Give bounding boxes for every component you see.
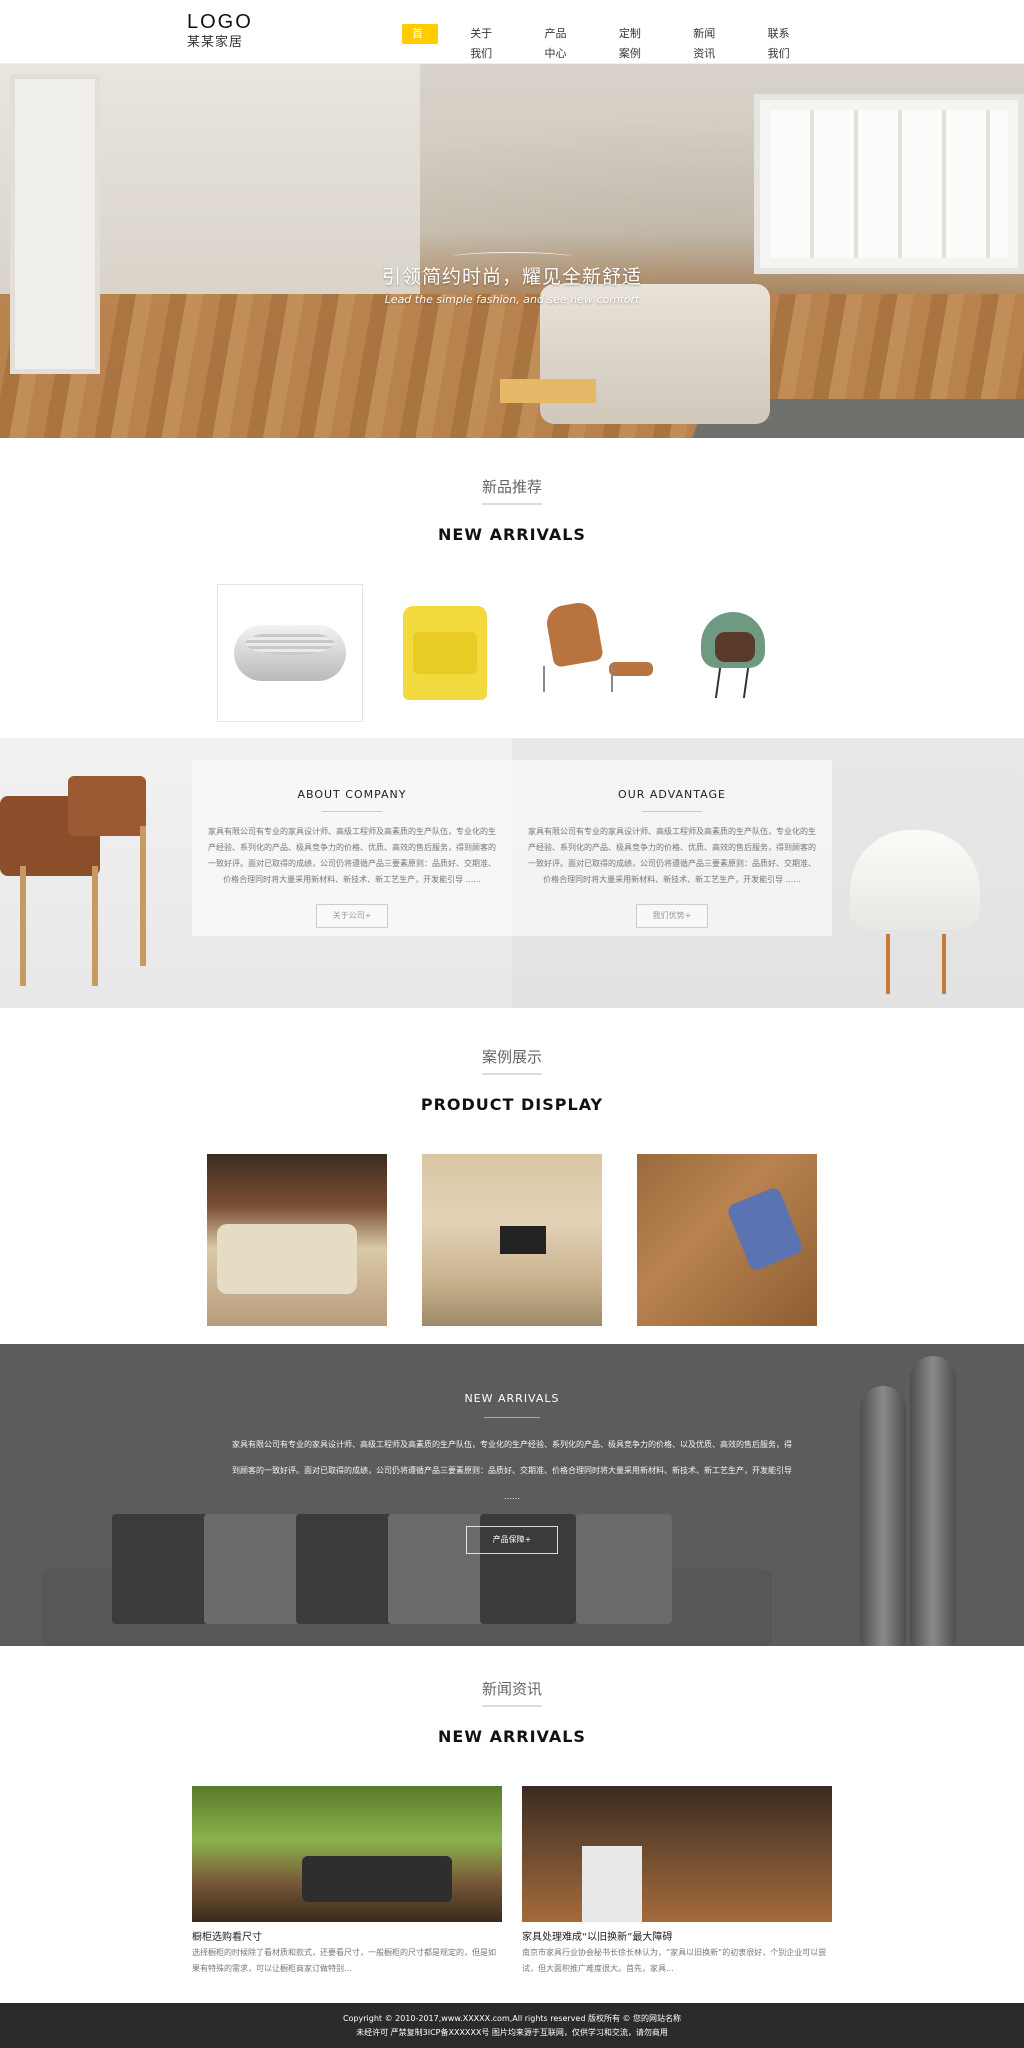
- section-title: 案例展示 PRODUCT DISPLAY: [0, 1046, 1024, 1114]
- nav-about[interactable]: 关于我们: [460, 24, 512, 60]
- section-title: 新闻资讯 NEW ARRIVALS: [0, 1678, 1024, 1746]
- news-title[interactable]: 家具处理难成“以旧换新”最大障碍: [522, 1928, 832, 1943]
- news-excerpt: 南京市家具行业协会秘书长徐长林认为，“家具以旧换新”的初衷很好，个别企业可以尝试…: [522, 1948, 827, 1973]
- hero-slogan: 引领简约时尚，耀见全新舒适 Lead the simple fashion, a…: [0, 252, 1024, 306]
- lounge-chair-image: [544, 600, 604, 668]
- footer: Copyright © 2010-2017,www.XXXXX.com,All …: [0, 2003, 1024, 2048]
- slogan-cn: 引领简约时尚，耀见全新舒适: [381, 266, 642, 288]
- advantage-title: OUR ADVANTAGE: [618, 788, 726, 801]
- yellow-chair-image: [403, 606, 487, 700]
- hero-table: [500, 379, 596, 403]
- ornament-top: [452, 252, 572, 262]
- divider: [322, 811, 382, 812]
- white-chair-image: [850, 830, 986, 1000]
- main-nav: 首页 关于我们 产品中心 定制案例 新闻资讯 联系我们: [402, 24, 832, 60]
- nav-news[interactable]: 新闻资讯: [683, 24, 735, 60]
- news-image[interactable]: [192, 1786, 502, 1922]
- our-advantage: OUR ADVANTAGE 家具有限公司有专业的家具设计师、高级工程师及高素质的…: [512, 760, 832, 936]
- band-content: NEW ARRIVALS 家具有限公司有专业的家具设计师、高级工程师及高素质的生…: [0, 1392, 1024, 1554]
- chair-leg: [20, 866, 26, 986]
- news-item[interactable]: 橱柜选购看尺寸 选择橱柜的时候除了看材质和款式，还要看尺寸，一般橱柜的尺寸都是规…: [192, 1786, 502, 1977]
- section-title-en: NEW ARRIVALS: [438, 525, 586, 544]
- about-company: ABOUT COMPANY 家具有限公司有专业的家具设计师、高级工程师及高素质的…: [192, 760, 512, 936]
- copyright: Copyright © 2010-2017,www.XXXXX.com,All …: [342, 2014, 682, 2023]
- product-bowl[interactable]: [217, 584, 363, 722]
- brand-name: 某某家居: [187, 35, 244, 50]
- product-yellow-chair[interactable]: [365, 584, 511, 722]
- section-title-cn: 案例展示: [481, 1046, 542, 1075]
- nav-cases[interactable]: 定制案例: [609, 24, 661, 60]
- ottoman-image: [609, 662, 653, 676]
- product-display-section: 案例展示 PRODUCT DISPLAY: [0, 1008, 1024, 1344]
- news-image[interactable]: [522, 1786, 832, 1922]
- band-title: NEW ARRIVALS: [464, 1392, 560, 1405]
- nav-home[interactable]: 首页: [402, 24, 439, 60]
- case-image-tv-wall[interactable]: [422, 1154, 602, 1326]
- about-company-text: 家具有限公司有专业的家具设计师、高级工程师及高素质的生产队伍，专业化的生产经验、…: [208, 827, 496, 884]
- chair-legs: [714, 668, 750, 698]
- band-button[interactable]: 产品保障+: [465, 1526, 559, 1554]
- band-text: 家具有限公司有专业的家具设计师、高级工程师及高素质的生产队伍，专业化的生产经验、…: [232, 1440, 792, 1501]
- about-company-button[interactable]: 关于公司+: [315, 904, 389, 928]
- chair-legs: [543, 666, 613, 692]
- nav-contact[interactable]: 联系我们: [758, 24, 810, 60]
- leather-chairs-image: [0, 756, 210, 1006]
- chair-leg: [92, 866, 98, 986]
- new-arrivals-section: 新品推荐 NEW ARRIVALS: [0, 438, 1024, 738]
- advantage-text: 家具有限公司有专业的家具设计师、高级工程师及高素质的生产队伍，专业化的生产经验、…: [528, 827, 816, 884]
- header: LOGO 某某家居 首页 关于我们 产品中心 定制案例 新闻资讯 联系我们: [0, 0, 1024, 64]
- divider: [642, 811, 702, 812]
- slogan-en: Lead the simple fashion, and see new com…: [384, 293, 640, 306]
- chair-seat: [68, 776, 146, 836]
- advantage-button[interactable]: 我们优势+: [635, 904, 709, 928]
- about-section: ABOUT COMPANY 家具有限公司有专业的家具设计师、高级工程师及高素质的…: [0, 738, 1024, 1008]
- news-excerpt: 选择橱柜的时候除了看材质和款式，还要看尺寸，一般橱柜的尺寸都是规定的，但是如果有…: [192, 1948, 496, 1973]
- section-title-cn: 新闻资讯: [481, 1678, 542, 1707]
- divider: [484, 1417, 540, 1418]
- green-chair-image: [701, 612, 765, 668]
- product-green-chair[interactable]: [661, 584, 807, 722]
- product-lounge-chair[interactable]: [513, 584, 659, 722]
- promo-band: NEW ARRIVALS 家具有限公司有专业的家具设计师、高级工程师及高素质的生…: [0, 1344, 1024, 1646]
- case-gallery: [207, 1154, 817, 1326]
- hero-banner: 引领简约时尚，耀见全新舒适 Lead the simple fashion, a…: [0, 64, 1024, 438]
- news-title[interactable]: 橱柜选购看尺寸: [192, 1928, 502, 1943]
- nav-products[interactable]: 产品中心: [535, 24, 587, 60]
- section-title-en: PRODUCT DISPLAY: [420, 1095, 604, 1114]
- news-item[interactable]: 家具处理难成“以旧换新”最大障碍 南京市家具行业协会秘书长徐长林认为，“家具以旧…: [522, 1786, 832, 1977]
- hero-window: [754, 94, 1024, 274]
- about-panel: ABOUT COMPANY 家具有限公司有专业的家具设计师、高级工程师及高素质的…: [192, 760, 832, 936]
- news-list: 橱柜选购看尺寸 选择橱柜的时候除了看材质和款式，还要看尺寸，一般橱柜的尺寸都是规…: [192, 1786, 832, 1977]
- section-title-en: NEW ARRIVALS: [438, 1727, 586, 1746]
- section-title-cn: 新品推荐: [481, 476, 542, 505]
- chair-leg: [140, 826, 146, 966]
- hero-door: [10, 74, 100, 374]
- case-image-living-room[interactable]: [637, 1154, 817, 1326]
- about-company-title: ABOUT COMPANY: [297, 788, 407, 801]
- chair-legs: [886, 934, 946, 994]
- product-list: [217, 584, 807, 722]
- news-section: 新闻资讯 NEW ARRIVALS 橱柜选购看尺寸 选择橱柜的时候除了看材质和款…: [0, 1646, 1024, 2004]
- logo-text: LOGO: [187, 11, 253, 33]
- bowl-image: [234, 625, 346, 681]
- chair-seat: [850, 830, 980, 930]
- case-image-sofa[interactable]: [207, 1154, 387, 1326]
- logo[interactable]: LOGO 某某家居: [187, 12, 253, 49]
- section-title: 新品推荐 NEW ARRIVALS: [0, 476, 1024, 544]
- icp-notice: 未经许可 严禁复制3ICP备XXXXXX号 图片均来源于互联网，仅供学习和交流，…: [356, 2028, 668, 2037]
